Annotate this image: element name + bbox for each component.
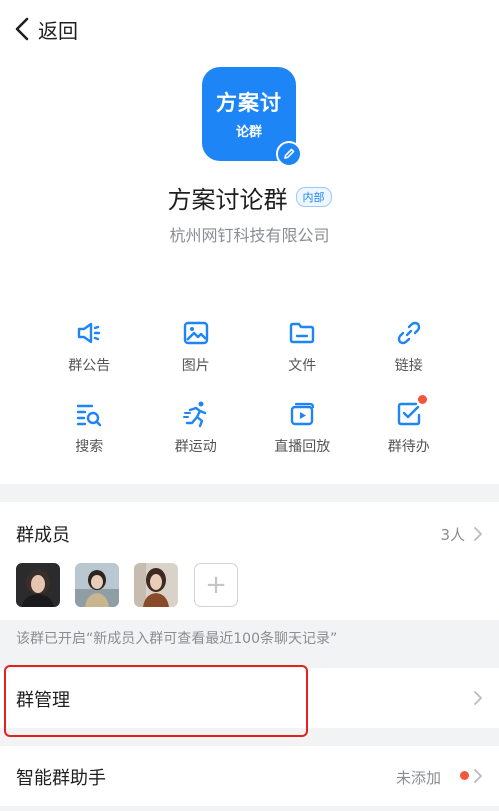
edit-avatar-button[interactable] bbox=[276, 141, 302, 167]
add-member-button[interactable]: + bbox=[194, 563, 238, 607]
tool-label: 图片 bbox=[181, 358, 210, 374]
chevron-right-icon bbox=[474, 769, 482, 783]
group-header-panel: 返回 方案讨 论群 方案讨论群 内部 杭州网钉科技有限公司 群公告 图片 文件 … bbox=[0, 0, 499, 484]
chevron-right-icon bbox=[474, 527, 482, 541]
member-avatar[interactable] bbox=[16, 563, 60, 607]
tool-links[interactable]: 链接 bbox=[356, 318, 463, 375]
avatar-text-line2: 论群 bbox=[235, 125, 262, 140]
tool-search[interactable]: 搜索 bbox=[36, 399, 143, 456]
member-photo bbox=[75, 563, 119, 607]
tool-label: 搜索 bbox=[75, 439, 104, 455]
group-name-row: 方案讨论群 内部 bbox=[0, 180, 499, 214]
members-count: 3人 bbox=[440, 526, 465, 544]
tool-images[interactable]: 图片 bbox=[143, 318, 250, 375]
tool-todo[interactable]: 群待办 bbox=[356, 395, 463, 456]
tool-label: 群待办 bbox=[387, 439, 430, 455]
back-button[interactable]: 返回 bbox=[12, 12, 78, 46]
group-avatar[interactable]: 方案讨 论群 bbox=[202, 67, 302, 167]
chevron-right-icon bbox=[474, 691, 482, 705]
history-notice: 该群已开启“新成员入群可查看最近100条聊天记录” bbox=[16, 631, 338, 647]
smart-assistant-title: 智能群助手 bbox=[16, 768, 106, 789]
image-icon bbox=[183, 321, 208, 345]
members-section[interactable]: 群成员 3人 + bbox=[0, 502, 499, 620]
member-photo bbox=[16, 563, 60, 607]
tool-label: 链接 bbox=[394, 358, 423, 374]
tool-label: 直播回放 bbox=[274, 439, 331, 455]
tool-label: 群运动 bbox=[174, 439, 217, 455]
chevron-left-icon bbox=[15, 17, 29, 41]
organization-name: 杭州网钉科技有限公司 bbox=[169, 226, 330, 245]
announcement-icon bbox=[78, 322, 101, 344]
highlight-box bbox=[4, 665, 308, 737]
running-icon bbox=[182, 401, 206, 428]
link-icon bbox=[397, 321, 420, 345]
folder-icon bbox=[290, 322, 315, 344]
live-replay-icon bbox=[291, 402, 315, 426]
todo-check-icon bbox=[397, 402, 420, 426]
avatar-text-line1: 方案讨 bbox=[216, 91, 282, 115]
tool-label: 文件 bbox=[288, 358, 317, 374]
back-label: 返回 bbox=[38, 18, 78, 43]
member-avatar[interactable] bbox=[75, 563, 119, 607]
tools-grid: 群公告 图片 文件 链接 搜索 群运动 直播回放 群待办 bbox=[36, 318, 462, 456]
tool-files[interactable]: 文件 bbox=[249, 318, 356, 375]
tool-label: 群公告 bbox=[68, 358, 111, 374]
tool-sports[interactable]: 群运动 bbox=[143, 399, 250, 456]
pencil-icon bbox=[284, 148, 295, 159]
internal-badge: 内部 bbox=[295, 187, 332, 207]
member-photo bbox=[134, 563, 178, 607]
todo-notification-dot bbox=[417, 395, 427, 404]
notification-dot bbox=[460, 771, 469, 780]
search-list-icon bbox=[77, 404, 102, 427]
group-name[interactable]: 方案讨论群 bbox=[168, 180, 288, 215]
tool-announcement[interactable]: 群公告 bbox=[36, 318, 143, 375]
members-title: 群成员 bbox=[16, 525, 70, 546]
smart-assistant-row[interactable]: 智能群助手 未添加 bbox=[0, 746, 499, 806]
smart-assistant-value: 未添加 bbox=[395, 769, 441, 787]
tool-live-replay[interactable]: 直播回放 bbox=[249, 399, 356, 456]
member-avatar[interactable] bbox=[134, 563, 178, 607]
